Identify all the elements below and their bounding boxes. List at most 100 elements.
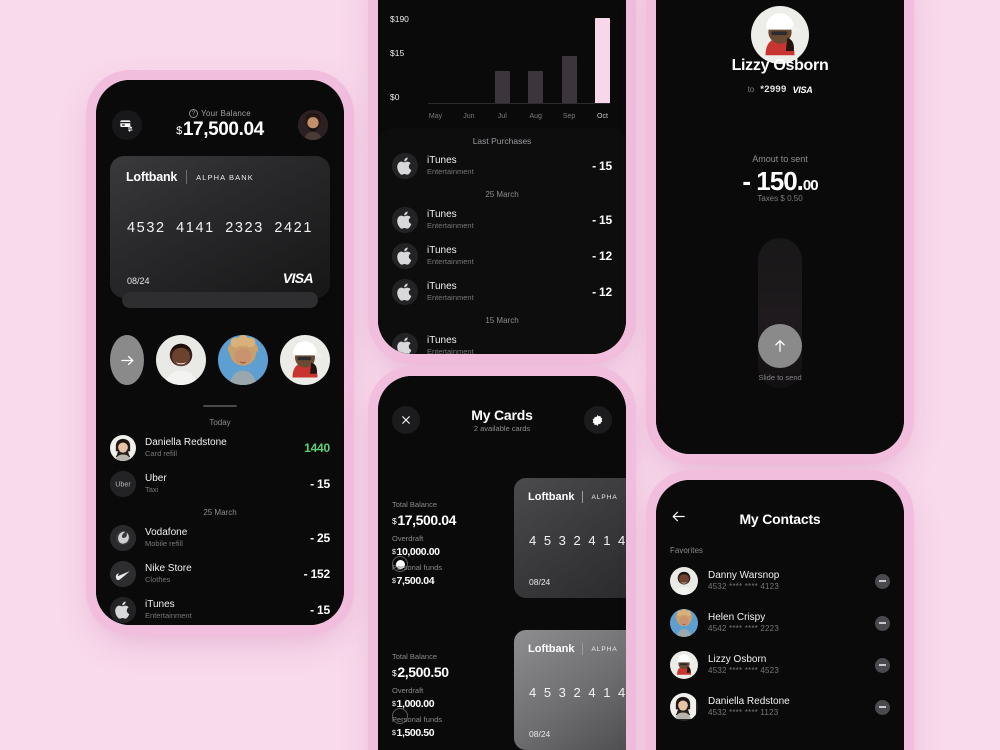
contact-row[interactable]: Danny Warsnop 4532 **** **** 4123 bbox=[656, 560, 904, 602]
woman-avatar-art bbox=[670, 693, 696, 719]
transaction-row[interactable]: iTunes Entertainment - 12 bbox=[378, 274, 626, 310]
quick-send-more-button[interactable] bbox=[110, 335, 144, 385]
apple-icon bbox=[392, 153, 418, 179]
remove-contact-icon[interactable] bbox=[875, 615, 890, 631]
contact-avatar[interactable] bbox=[670, 567, 698, 595]
overdraft-value: $1,000.00 bbox=[392, 697, 435, 710]
page-title: My Contacts bbox=[739, 511, 821, 527]
contact-avatar[interactable] bbox=[670, 651, 698, 679]
transaction-row[interactable]: iTunes Entertainment bbox=[378, 328, 626, 354]
transaction-info: iTunes Entertainment bbox=[427, 281, 583, 303]
primary-card[interactable]: Loftbank ALPHA BANK 4532 4141 2323 2421 … bbox=[110, 156, 330, 298]
slide-to-send-knob[interactable] bbox=[758, 324, 802, 368]
chart-bar-column[interactable] bbox=[494, 71, 510, 104]
contacts-list[interactable]: Danny Warsnop 4532 **** **** 4123 Helen Cr… bbox=[656, 560, 904, 750]
transaction-row[interactable]: Nike Store Clothes - 152 bbox=[96, 556, 344, 592]
contact-row[interactable]: Helen Crispy 4542 **** **** 2223 bbox=[656, 602, 904, 644]
recipient-card-row: to *2999 VISA bbox=[656, 84, 904, 95]
transaction-amount: - 12 bbox=[592, 249, 612, 263]
contact-avatar[interactable] bbox=[670, 693, 698, 721]
contact-card-number: 4532 **** **** 4523 bbox=[708, 666, 779, 676]
contact-info: Helen Crispy 4542 **** **** 2223 bbox=[708, 611, 865, 634]
chart-y-tick: $15 bbox=[390, 48, 405, 58]
transaction-row[interactable]: Vodafone Mobile refill - 25 bbox=[96, 520, 344, 556]
transaction-row[interactable]: iTunes Entertainment - 15 bbox=[96, 592, 344, 625]
spending-bar-chart[interactable]: $190 $15 $0 May Jun Jul Aug Sep Oct bbox=[378, 6, 626, 126]
gear-icon[interactable] bbox=[583, 406, 612, 434]
chart-bar-column[interactable] bbox=[528, 71, 544, 104]
contact-row[interactable]: Lizzy Osborn 4532 **** **** 4523 bbox=[656, 644, 904, 686]
contact-name: Helen Crispy bbox=[708, 612, 766, 624]
card-list-item[interactable]: Total Balance $2,500.50 Overdraft $1,000.00… bbox=[378, 602, 626, 750]
info-icon[interactable]: ? bbox=[189, 109, 199, 118]
page-title: My Cards bbox=[471, 407, 533, 423]
card-visual[interactable]: Loftbank ALPHA 4 5 3 2 4 1 4 1 08/24 bbox=[514, 478, 626, 598]
chart-x-tick: Jul bbox=[497, 113, 507, 120]
phone-send-money: Lizzy Osborn to *2999 VISA Amout to sent… bbox=[656, 0, 904, 454]
my-cards-titles: My Cards 2 available cards bbox=[471, 407, 533, 433]
phone-home: ? Your Balance $17,500.04 Loftbank ALPHA… bbox=[96, 80, 344, 625]
transaction-date-header: 25 March bbox=[203, 508, 237, 517]
contact-row[interactable]: Daniella Redstone 4532 **** **** 1123 bbox=[656, 686, 904, 728]
card-expiry: 08/24 bbox=[529, 729, 551, 739]
quick-send-avatar-3[interactable] bbox=[280, 335, 330, 385]
remove-contact-icon[interactable] bbox=[875, 657, 890, 673]
transaction-icon bbox=[392, 279, 418, 305]
personal-funds-label: Personal funds bbox=[392, 563, 443, 573]
remove-contact-icon[interactable] bbox=[875, 699, 890, 715]
apple-icon bbox=[392, 279, 418, 305]
balance-block: ? Your Balance $17,500.04 bbox=[142, 109, 298, 141]
woman-curly-avatar-art bbox=[670, 609, 698, 637]
transaction-row[interactable]: iTunes Entertainment - 15 bbox=[378, 202, 626, 238]
overdraft-label: Overdraft bbox=[392, 686, 424, 696]
transaction-list[interactable]: Today Daniella Redstone Card refill 1440 Ube… bbox=[96, 412, 344, 625]
chart-x-tick: Oct bbox=[597, 113, 608, 120]
card-transfer-icon[interactable] bbox=[112, 110, 142, 140]
quick-send-avatar-2[interactable] bbox=[218, 335, 268, 385]
amount-label: Amout to sent bbox=[752, 154, 808, 164]
amount-value[interactable]: - 150.00 bbox=[656, 166, 904, 197]
close-icon[interactable] bbox=[392, 406, 420, 434]
transaction-row[interactable]: iTunes Entertainment - 12 bbox=[378, 238, 626, 274]
woman-avatar-art bbox=[110, 435, 136, 461]
my-contacts-screen: My Contacts Favorites Danny Warsnop 4532 … bbox=[656, 480, 904, 750]
contact-avatar[interactable] bbox=[670, 609, 698, 637]
transaction-amount: - 15 bbox=[310, 477, 330, 491]
chart-bar-column[interactable] bbox=[594, 18, 610, 104]
overdraft-label: Overdraft bbox=[392, 534, 424, 544]
transaction-name: Uber bbox=[145, 472, 167, 484]
transaction-category: Clothes bbox=[145, 575, 171, 585]
transaction-name: iTunes bbox=[145, 598, 175, 610]
my-cards-screen: My Cards 2 available cards Total Balance… bbox=[378, 376, 626, 750]
transaction-row[interactable]: Daniella Redstone Card refill 1440 bbox=[96, 430, 344, 466]
sheet-grabber[interactable] bbox=[203, 405, 237, 407]
profile-avatar[interactable] bbox=[298, 110, 328, 140]
transaction-row[interactable]: Uber Uber Taxi - 15 bbox=[96, 466, 344, 502]
chart-bar-column[interactable] bbox=[561, 56, 577, 104]
balance-value: 17,500.04 bbox=[182, 119, 264, 140]
contact-card-number: 4542 **** **** 2223 bbox=[708, 624, 779, 634]
quick-send-avatar-1[interactable] bbox=[156, 335, 206, 385]
card-brand: Loftbank bbox=[528, 491, 575, 503]
uber-icon: Uber bbox=[110, 471, 136, 497]
balance-amount: $17,500.04 bbox=[142, 119, 298, 141]
purchases-list[interactable]: iTunes Entertainment - 15 25 March iTunes Ent… bbox=[378, 148, 626, 354]
card-balances: Total Balance $2,500.50 Overdraft $1,000.00… bbox=[392, 652, 502, 740]
remove-contact-icon[interactable] bbox=[875, 573, 890, 589]
total-balance-value: $2,500.50 bbox=[392, 663, 449, 680]
man-dark-avatar-art bbox=[156, 335, 206, 385]
recipient-avatar[interactable] bbox=[751, 6, 809, 64]
card-divider bbox=[582, 491, 584, 503]
transaction-row[interactable]: iTunes Entertainment - 15 bbox=[378, 148, 626, 184]
arrow-left-icon[interactable] bbox=[670, 508, 690, 530]
card-stack-peek[interactable] bbox=[122, 292, 318, 308]
card-visual[interactable]: Loftbank ALPHA 4 5 3 2 4 1 4 1 08/24 bbox=[514, 630, 626, 750]
card-expiry: 08/24 bbox=[529, 577, 551, 587]
chart-bar bbox=[494, 71, 510, 104]
card-number-g1: 4532 bbox=[127, 220, 166, 236]
card-header: Loftbank ALPHA bbox=[514, 478, 626, 503]
chart-bar bbox=[561, 56, 577, 104]
card-list-item[interactable]: Total Balance $17,500.04 Overdraft $10,000.… bbox=[378, 450, 626, 600]
contacts-section-label: Favorites bbox=[670, 546, 703, 555]
apple-icon bbox=[392, 333, 418, 354]
